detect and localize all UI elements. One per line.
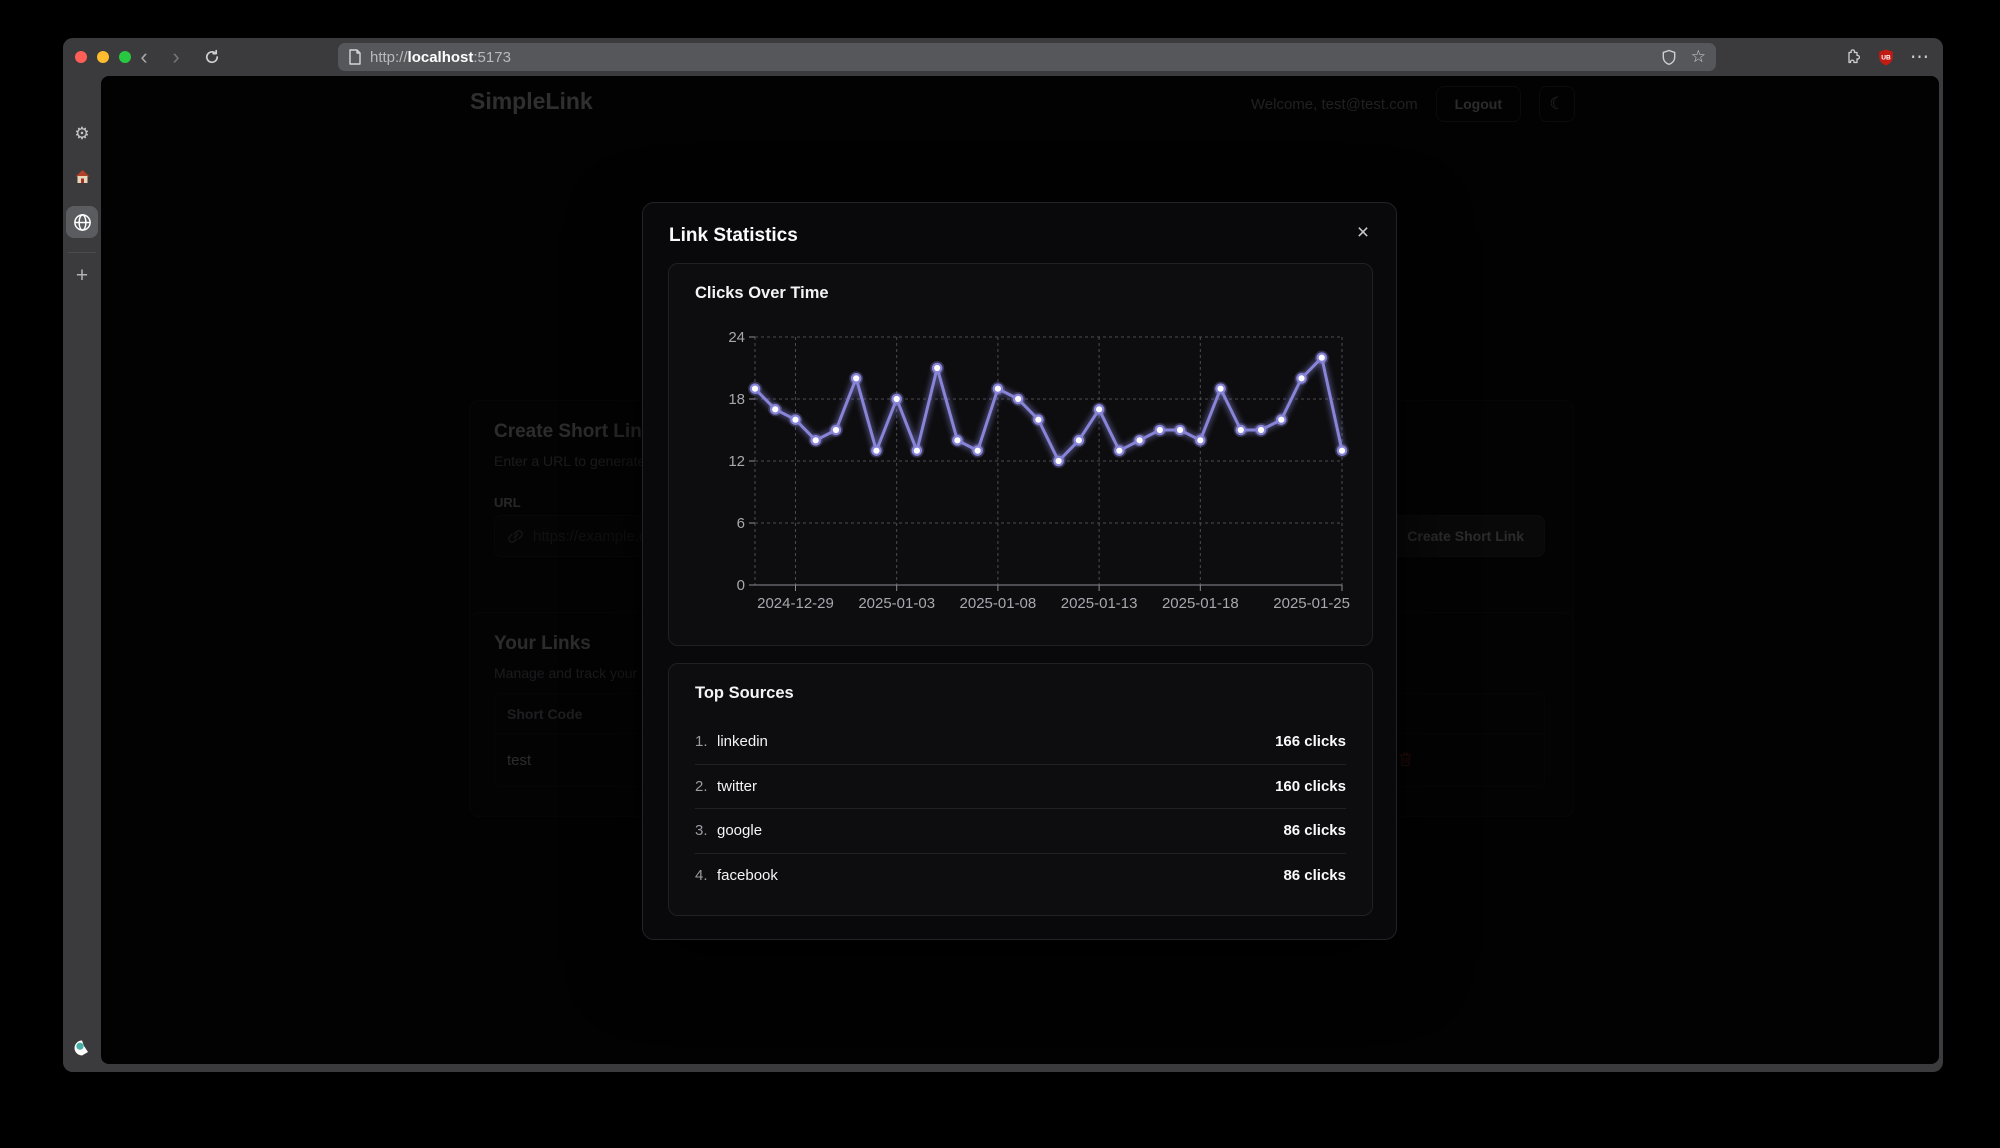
source-clicks: 86 clicks bbox=[1283, 867, 1346, 884]
active-tab-globe[interactable] bbox=[66, 206, 98, 238]
modal-close-button[interactable]: × bbox=[1348, 217, 1378, 247]
new-tab-button[interactable]: + bbox=[63, 264, 101, 288]
source-row: 4.facebook 86 clicks bbox=[695, 854, 1346, 899]
svg-text:2025-01-25: 2025-01-25 bbox=[1273, 595, 1350, 612]
home-favicon-icon bbox=[74, 168, 91, 184]
browser-toolbar: ‹ › http://localhost:5173 ☆ bbox=[63, 38, 1943, 76]
url-bar[interactable]: http://localhost:5173 ☆ bbox=[338, 43, 1716, 71]
source-row: 2.twitter 160 clicks bbox=[695, 765, 1346, 810]
ublock-badge-button[interactable]: UB bbox=[1872, 44, 1900, 70]
traffic-light-close[interactable] bbox=[75, 51, 87, 63]
shield-icon bbox=[1661, 49, 1677, 66]
source-name: twitter bbox=[717, 778, 757, 795]
source-name: facebook bbox=[717, 867, 778, 884]
traffic-light-zoom[interactable] bbox=[119, 51, 131, 63]
svg-text:0: 0 bbox=[737, 577, 745, 594]
browser-sidebar: ⚙ + bbox=[63, 76, 101, 1072]
pinned-tab-home[interactable] bbox=[63, 168, 101, 184]
source-clicks: 160 clicks bbox=[1275, 778, 1346, 795]
svg-text:2025-01-08: 2025-01-08 bbox=[960, 595, 1037, 612]
svg-text:2024-12-29: 2024-12-29 bbox=[757, 595, 834, 612]
settings-tab-button[interactable]: ⚙ bbox=[63, 124, 101, 144]
source-name: google bbox=[717, 822, 762, 839]
svg-text:2025-01-03: 2025-01-03 bbox=[858, 595, 935, 612]
profile-avatar-icon bbox=[72, 1038, 92, 1058]
traffic-light-minimize[interactable] bbox=[97, 51, 109, 63]
url-text: http://localhost:5173 bbox=[370, 49, 511, 66]
puzzle-icon bbox=[1844, 49, 1861, 66]
sources-title: Top Sources bbox=[695, 684, 794, 703]
bookmark-star-button[interactable]: ☆ bbox=[1691, 47, 1706, 67]
source-clicks: 166 clicks bbox=[1275, 733, 1346, 750]
forward-button[interactable]: › bbox=[163, 38, 189, 76]
top-sources-card: Top Sources 1.linkedin 166 clicks 2.twitte… bbox=[668, 663, 1373, 916]
close-icon: × bbox=[1357, 221, 1369, 244]
svg-text:24: 24 bbox=[728, 329, 745, 346]
sources-list: 1.linkedin 166 clicks 2.twitter 160 clicks 3… bbox=[695, 720, 1346, 898]
modal-title: Link Statistics bbox=[669, 225, 798, 247]
source-clicks: 86 clicks bbox=[1283, 822, 1346, 839]
browser-menu-button[interactable]: ⋯ bbox=[1906, 44, 1934, 70]
clicks-over-time-chart: 0 6 12 18 24 2024-12-29 2025-01-03 2025-01-08 20… bbox=[669, 264, 1374, 624]
back-button[interactable]: ‹ bbox=[131, 38, 157, 76]
source-rank: 1. bbox=[695, 733, 717, 750]
svg-text:2025-01-13: 2025-01-13 bbox=[1061, 595, 1138, 612]
page-icon bbox=[348, 49, 362, 65]
profile-button[interactable] bbox=[63, 1038, 101, 1058]
svg-text:2025-01-18: 2025-01-18 bbox=[1162, 595, 1239, 612]
globe-icon bbox=[73, 213, 92, 232]
source-row: 3.google 86 clicks bbox=[695, 809, 1346, 854]
source-name: linkedin bbox=[717, 733, 768, 750]
reload-icon bbox=[204, 49, 220, 65]
tracking-shield-button[interactable] bbox=[1661, 49, 1677, 66]
source-rank: 2. bbox=[695, 778, 717, 795]
source-row: 1.linkedin 166 clicks bbox=[695, 720, 1346, 765]
svg-text:6: 6 bbox=[737, 515, 745, 532]
extensions-button[interactable] bbox=[1838, 44, 1866, 70]
link-statistics-modal: Link Statistics × Clicks Over Time 06121… bbox=[642, 202, 1397, 940]
svg-text:12: 12 bbox=[728, 453, 745, 470]
svg-text:UB: UB bbox=[1881, 54, 1891, 61]
reload-button[interactable] bbox=[199, 38, 225, 76]
source-rank: 3. bbox=[695, 822, 717, 839]
sidebar-divider bbox=[68, 252, 96, 253]
ublock-shield-icon: UB bbox=[1877, 48, 1895, 67]
svg-text:18: 18 bbox=[728, 391, 745, 408]
clicks-chart-card: Clicks Over Time 061218242024-12-292025-… bbox=[668, 263, 1373, 646]
source-rank: 4. bbox=[695, 867, 717, 884]
page-viewport: SimpleLink Welcome, test@test.com Logout… bbox=[101, 76, 1939, 1064]
browser-window: ‹ › http://localhost:5173 ☆ bbox=[63, 38, 1943, 1072]
